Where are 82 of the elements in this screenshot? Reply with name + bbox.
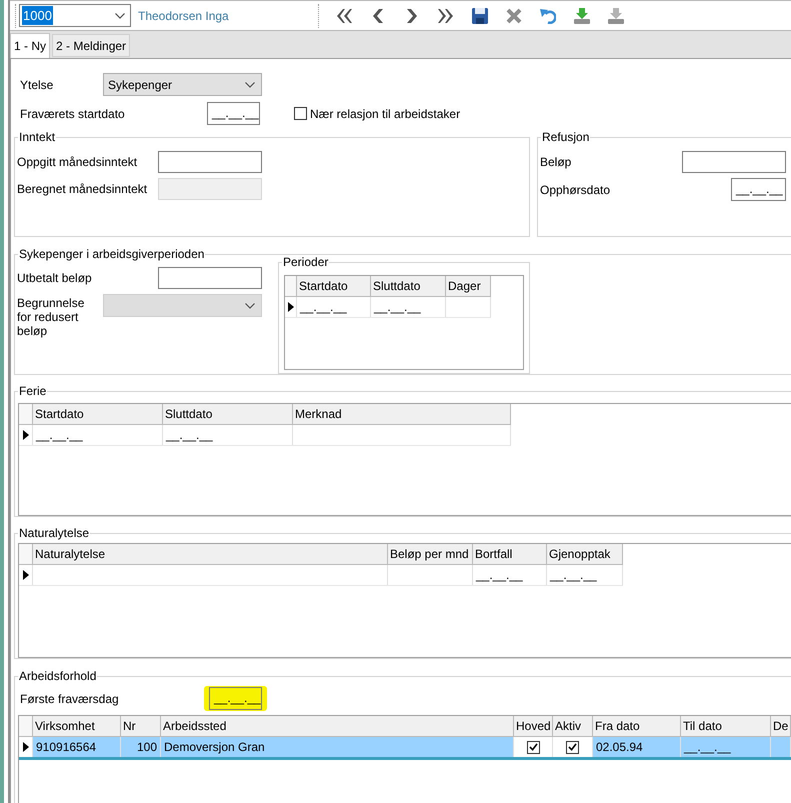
employee-name: Theodorsen Inga xyxy=(138,8,230,24)
right-chevron-icon xyxy=(404,8,420,24)
x-icon xyxy=(506,8,522,24)
column-header[interactable]: Startdato xyxy=(33,404,163,425)
table-cell: __.__.__ xyxy=(473,565,547,585)
checkbox[interactable] xyxy=(566,740,579,754)
date-field[interactable]: __.__.__ xyxy=(207,102,260,125)
date-field[interactable]: __.__.__ xyxy=(209,687,262,710)
row-pointer-icon xyxy=(288,302,294,312)
undo-arrow-icon xyxy=(540,8,556,24)
column-header[interactable]: Nr xyxy=(121,716,161,737)
column-header[interactable]: De xyxy=(771,716,791,737)
field-label: Ytelse xyxy=(20,76,54,94)
table-cell: 100 xyxy=(121,737,161,757)
field-label: Første fraværsdag xyxy=(20,690,120,708)
check-icon xyxy=(528,743,538,751)
column-header[interactable]: Bortfall xyxy=(473,544,547,565)
checkbox[interactable] xyxy=(526,740,540,754)
column-header[interactable]: Beløp per mnd xyxy=(388,544,473,565)
column-header[interactable]: Fra dato xyxy=(593,716,681,737)
column-header[interactable]: Sluttdato xyxy=(371,276,446,297)
field-label: Fraværets startdato xyxy=(20,106,126,122)
left-chevron-icon xyxy=(370,8,386,24)
column-header[interactable]: Sluttdato xyxy=(163,404,293,425)
table-row[interactable]: __.__.__ __.__.__ xyxy=(19,565,623,586)
text-field[interactable] xyxy=(158,267,262,289)
table-row[interactable]: __.__.__ __.__.__ xyxy=(285,297,491,318)
group-title: Arbeidsforhold xyxy=(18,669,98,683)
group-title: Perioder xyxy=(282,255,330,269)
field-label: Utbetalt beløp xyxy=(17,270,93,287)
table-cell: __.__.__ xyxy=(33,425,163,445)
row-pointer-icon xyxy=(22,742,28,752)
tab[interactable]: 1 - Ny xyxy=(10,33,50,58)
column-header[interactable]: Naturalytelse xyxy=(33,544,388,565)
down-arrow-tray-icon xyxy=(608,8,624,24)
record-combobox[interactable]: 1000 xyxy=(19,4,131,27)
column-header[interactable]: Til dato xyxy=(681,716,771,737)
table-cell: __.__.__ xyxy=(681,737,771,757)
group-title: Inntekt xyxy=(18,130,56,144)
column-header[interactable]: Aktiv xyxy=(553,716,593,737)
checkbox[interactable] xyxy=(294,107,307,120)
text-field[interactable] xyxy=(682,151,786,173)
field-label: Opphørsdato xyxy=(540,182,610,198)
row-indicator[interactable] xyxy=(19,737,33,757)
table-cell: __.__.__ xyxy=(547,565,623,585)
table-row[interactable]: 910916564 100 Demoversjon Gran 02.05.94 __.__.__ xyxy=(19,737,791,760)
group-title: Refusjon xyxy=(541,130,590,144)
chevron-down-icon xyxy=(115,12,125,18)
chevron-down-icon xyxy=(245,302,255,308)
chevron-down-icon xyxy=(245,82,255,88)
field-label: Beregnet månedsinntekt xyxy=(17,181,148,198)
field-label: Begrunnelse for redusert beløp xyxy=(17,295,86,338)
double-right-chevron-icon xyxy=(438,8,454,24)
tab[interactable]: 2 - Meldinger xyxy=(52,34,130,57)
table-cell: __.__.__ xyxy=(371,297,446,317)
down-arrow-tray-icon xyxy=(574,8,590,24)
column-header[interactable]: Dager xyxy=(446,276,491,297)
group-title: Sykepenger i arbeidsgiverperioden xyxy=(18,247,206,261)
table-cell: __.__.__ xyxy=(163,425,293,445)
check-icon xyxy=(568,743,577,751)
group-title: Ferie xyxy=(18,384,48,398)
field-label: Beløp xyxy=(540,154,572,171)
double-left-chevron-icon xyxy=(336,8,352,24)
column-header[interactable]: Virksomhet xyxy=(33,716,121,737)
column-header[interactable]: Startdato xyxy=(297,276,371,297)
group-title: Naturalytelse xyxy=(18,526,90,540)
row-indicator[interactable] xyxy=(285,297,297,317)
row-pointer-icon xyxy=(22,430,28,440)
table-cell: __.__.__ xyxy=(297,297,371,317)
dropdown[interactable]: Sykepenger xyxy=(103,73,262,96)
column-header[interactable]: Hoved xyxy=(514,716,553,737)
field-label: Oppgitt månedsinntekt xyxy=(17,154,138,171)
table-row[interactable]: __.__.__ __.__.__ xyxy=(19,425,511,446)
column-header[interactable]: Gjenopptak xyxy=(547,544,623,565)
row-pointer-icon xyxy=(22,570,28,580)
text-field[interactable] xyxy=(158,151,262,173)
checkbox-label[interactable]: Nær relasjon til arbeidstaker xyxy=(310,104,460,122)
date-field[interactable]: __.__.__ xyxy=(731,178,786,201)
table-cell: 02.05.94 xyxy=(593,737,681,757)
column-header[interactable]: Arbeidssted xyxy=(161,716,514,737)
column-header[interactable]: Merknad xyxy=(293,404,511,425)
table-cell: 910916564 xyxy=(33,737,121,757)
